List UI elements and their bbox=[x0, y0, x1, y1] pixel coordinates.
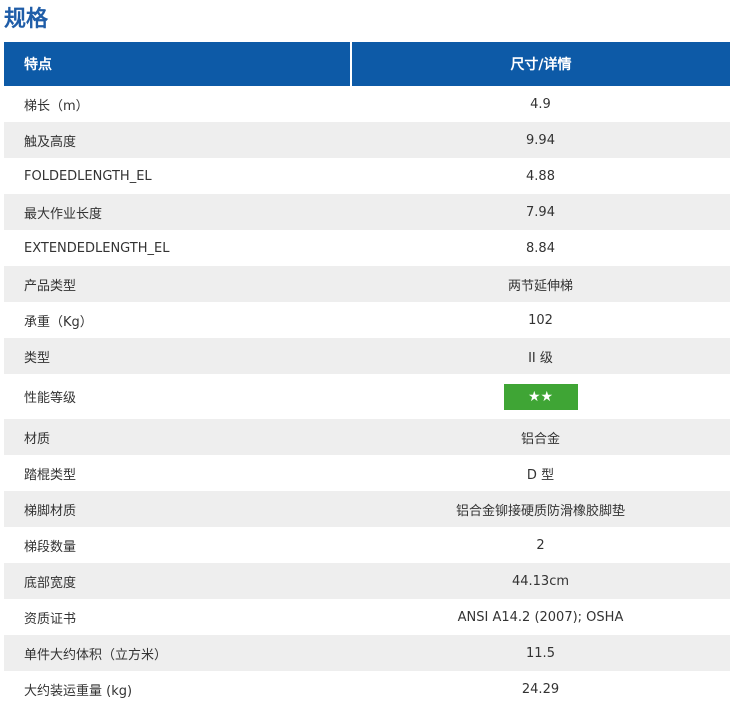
feature-cell: 底部宽度 bbox=[4, 563, 351, 599]
detail-cell: ANSI A14.2 (2007); OSHA bbox=[351, 599, 730, 635]
detail-cell: 8.84 bbox=[351, 230, 730, 266]
feature-cell: 单件大约体积（立方米） bbox=[4, 635, 351, 671]
table-row: 大约装运重量 (kg) 24.29 bbox=[4, 671, 730, 707]
rating-badge: ★★ bbox=[503, 383, 578, 410]
table-row: 触及高度 9.94 bbox=[4, 122, 730, 158]
detail-cell: 11.5 bbox=[351, 635, 730, 671]
feature-cell: FOLDEDLENGTH_EL bbox=[4, 158, 351, 194]
feature-cell: 材质 bbox=[4, 419, 351, 455]
feature-cell: 类型 bbox=[4, 338, 351, 374]
table-row: 踏棍类型 D 型 bbox=[4, 455, 730, 491]
table-row: 单件大约体积（立方米） 11.5 bbox=[4, 635, 730, 671]
table-row: 梯脚材质 铝合金铆接硬质防滑橡胶脚垫 bbox=[4, 491, 730, 527]
detail-cell: 9.94 bbox=[351, 122, 730, 158]
feature-cell: 梯脚材质 bbox=[4, 491, 351, 527]
feature-cell: 性能等级 bbox=[4, 374, 351, 419]
table-row: 底部宽度 44.13cm bbox=[4, 563, 730, 599]
detail-cell: 2 bbox=[351, 527, 730, 563]
header-feature: 特点 bbox=[4, 42, 352, 86]
table-row: EXTENDEDLENGTH_EL 8.84 bbox=[4, 230, 730, 266]
table-row: 梯长（m） 4.9 bbox=[4, 86, 730, 122]
detail-cell: D 型 bbox=[351, 455, 730, 491]
feature-cell: 资质证书 bbox=[4, 599, 351, 635]
detail-cell: 7.94 bbox=[351, 194, 730, 230]
table-row: 产品类型 两节延伸梯 bbox=[4, 266, 730, 302]
feature-cell: 大约装运重量 (kg) bbox=[4, 671, 351, 707]
detail-cell: 24.29 bbox=[351, 671, 730, 707]
detail-cell: 44.13cm bbox=[351, 563, 730, 599]
table-header-row: 特点 尺寸/详情 bbox=[4, 42, 730, 86]
table-row: 资质证书 ANSI A14.2 (2007); OSHA bbox=[4, 599, 730, 635]
feature-cell: 最大作业长度 bbox=[4, 194, 351, 230]
detail-cell: 两节延伸梯 bbox=[351, 266, 730, 302]
table-row: FOLDEDLENGTH_EL 4.88 bbox=[4, 158, 730, 194]
feature-cell: 踏棍类型 bbox=[4, 455, 351, 491]
detail-cell: 102 bbox=[351, 302, 730, 338]
detail-cell: 铝合金铆接硬质防滑橡胶脚垫 bbox=[351, 491, 730, 527]
detail-cell: 铝合金 bbox=[351, 419, 730, 455]
table-row: 承重（Kg） 102 bbox=[4, 302, 730, 338]
feature-cell: 梯段数量 bbox=[4, 527, 351, 563]
feature-cell: EXTENDEDLENGTH_EL bbox=[4, 230, 351, 266]
feature-cell: 梯长（m） bbox=[4, 86, 351, 122]
table-row: 梯段数量 2 bbox=[4, 527, 730, 563]
header-detail: 尺寸/详情 bbox=[351, 42, 730, 86]
table-row: 性能等级 ★★ bbox=[4, 374, 730, 419]
table-row: 类型 II 级 bbox=[4, 338, 730, 374]
feature-cell: 触及高度 bbox=[4, 122, 351, 158]
table-row: 材质 铝合金 bbox=[4, 419, 730, 455]
detail-cell: 4.9 bbox=[351, 86, 730, 122]
feature-cell: 承重（Kg） bbox=[4, 302, 351, 338]
detail-cell: II 级 bbox=[351, 338, 730, 374]
detail-cell: 4.88 bbox=[351, 158, 730, 194]
page-title: 规格 bbox=[4, 7, 49, 32]
spec-table: 特点 尺寸/详情 梯长（m） 4.9 触及高度 9.94 FOLDEDLENGT… bbox=[4, 42, 730, 707]
table-row: 最大作业长度 7.94 bbox=[4, 194, 730, 230]
detail-cell: ★★ bbox=[351, 374, 730, 419]
feature-cell: 产品类型 bbox=[4, 266, 351, 302]
